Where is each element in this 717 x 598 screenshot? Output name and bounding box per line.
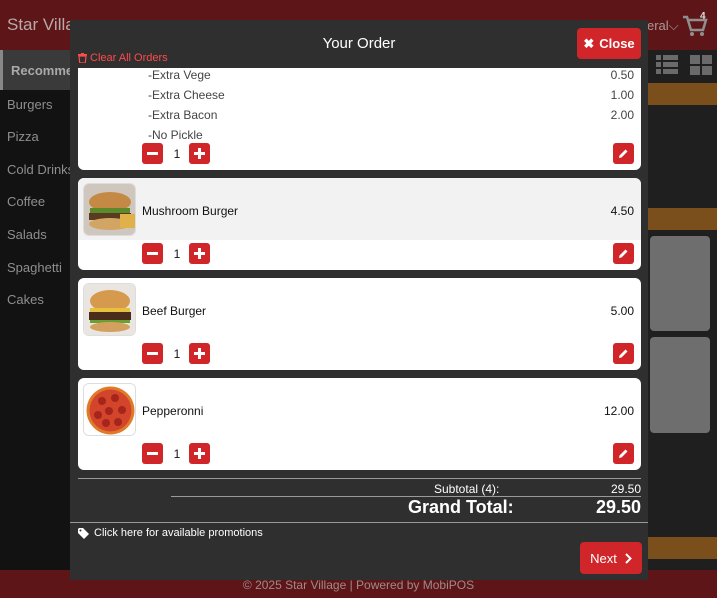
quantity-value: 1 [173, 147, 181, 161]
order-item-card: Beef Burger 5.00 1 [78, 278, 641, 370]
pencil-icon [619, 149, 628, 158]
next-button[interactable]: Next [580, 542, 642, 574]
language-label: eral [647, 18, 669, 33]
sidebar-item-cold-drinks[interactable]: Cold Drinks [7, 162, 74, 177]
edit-item-button[interactable] [613, 343, 634, 364]
sidebar-item-recommended[interactable]: Recommen [0, 50, 70, 90]
order-list[interactable]: -Extra Vege 0.50 -Extra Cheese 1.00 -Ext… [78, 68, 641, 471]
decrease-qty-button[interactable] [142, 443, 163, 464]
increase-qty-button[interactable] [189, 443, 210, 464]
item-name: Beef Burger [142, 304, 207, 318]
close-button[interactable]: ✖ Close [577, 28, 641, 59]
increase-qty-button[interactable] [189, 243, 210, 264]
extra-option: -Extra Cheese [148, 88, 225, 102]
quantity-value: 1 [173, 447, 181, 461]
item-name: Pepperonni [142, 404, 204, 418]
order-modal: Your Order ✖ Close Clear All Orders -Ext… [70, 20, 648, 580]
menu-section-bar [648, 83, 717, 105]
promotions-link[interactable]: Click here for available promotions [78, 527, 263, 539]
order-item-card: Mushroom Burger 4.50 1 [78, 178, 641, 270]
footer-text: © 2025 Star Village | Powered by MobiPOS [242, 578, 475, 592]
tag-icon [78, 527, 89, 539]
divider [70, 522, 648, 523]
edit-item-button[interactable] [613, 243, 634, 264]
extra-price: 2.00 [610, 108, 634, 122]
pencil-icon [619, 249, 628, 258]
edit-item-button[interactable] [613, 443, 634, 464]
list-view-icon[interactable] [656, 55, 678, 75]
subtotal-value: 29.50 [610, 482, 641, 496]
order-item-card: Pepperonni 12.00 1 [78, 378, 641, 470]
divider [171, 496, 641, 497]
clear-all-label: Clear All Orders [90, 52, 168, 64]
pencil-icon [619, 449, 628, 458]
divider [78, 478, 641, 479]
clear-all-orders-link[interactable]: Clear All Orders [78, 52, 168, 64]
burger-photo-icon [83, 183, 136, 236]
sidebar-item-coffee[interactable]: Coffee [7, 194, 45, 209]
quantity-value: 1 [173, 347, 181, 361]
item-price: 5.00 [610, 304, 634, 318]
item-name: Mushroom Burger [142, 204, 239, 218]
extra-option: -No Pickle [148, 128, 203, 142]
burger-photo-icon [83, 283, 136, 336]
decrease-qty-button[interactable] [142, 243, 163, 264]
next-label: Next [590, 550, 617, 566]
subtotal-label: Subtotal (4): [434, 482, 500, 496]
category-sidebar: Recommen Burgers Pizza Cold Drinks Coffe… [0, 50, 74, 570]
edit-item-button[interactable] [613, 143, 634, 164]
chevron-right-icon [625, 552, 632, 564]
menu-item-card[interactable] [650, 337, 710, 433]
increase-qty-button[interactable] [189, 343, 210, 364]
order-item-card: -Extra Vege 0.50 -Extra Cheese 1.00 -Ext… [78, 68, 641, 170]
decrease-qty-button[interactable] [142, 143, 163, 164]
item-price: 12.00 [603, 404, 634, 418]
modal-title: Your Order [322, 35, 396, 52]
extra-price: 0.50 [610, 68, 634, 82]
item-price: 4.50 [610, 204, 634, 218]
grand-total-value: 29.50 [595, 497, 641, 517]
menu-item-card[interactable] [650, 236, 710, 331]
sidebar-item-pizza[interactable]: Pizza [7, 129, 39, 144]
close-icon: ✖ [583, 35, 595, 51]
increase-qty-button[interactable] [189, 143, 210, 164]
pizza-photo-icon [83, 383, 136, 436]
extra-option: -Extra Vege [148, 68, 211, 82]
language-selector[interactable]: eral⌵ [647, 18, 679, 34]
decrease-qty-button[interactable] [142, 343, 163, 364]
quantity-value: 1 [173, 247, 181, 261]
menu-section-bar [648, 208, 717, 230]
extra-option: -Extra Bacon [148, 108, 218, 122]
close-label: Close [599, 36, 635, 51]
grand-total-label: Grand Total: [408, 497, 514, 517]
sidebar-item-cakes[interactable]: Cakes [7, 292, 44, 307]
sidebar-item-salads[interactable]: Salads [7, 227, 47, 242]
menu-section-bar [648, 537, 717, 559]
extra-price: 1.00 [610, 88, 634, 102]
promotions-label: Click here for available promotions [94, 527, 263, 539]
sidebar-item-burgers[interactable]: Burgers [7, 97, 53, 112]
trash-icon [78, 53, 87, 63]
pencil-icon [619, 349, 628, 358]
cart-count-badge: 4 [700, 11, 706, 22]
sidebar-item-spaghetti[interactable]: Spaghetti [7, 260, 62, 275]
grid-view-icon[interactable] [690, 55, 712, 75]
